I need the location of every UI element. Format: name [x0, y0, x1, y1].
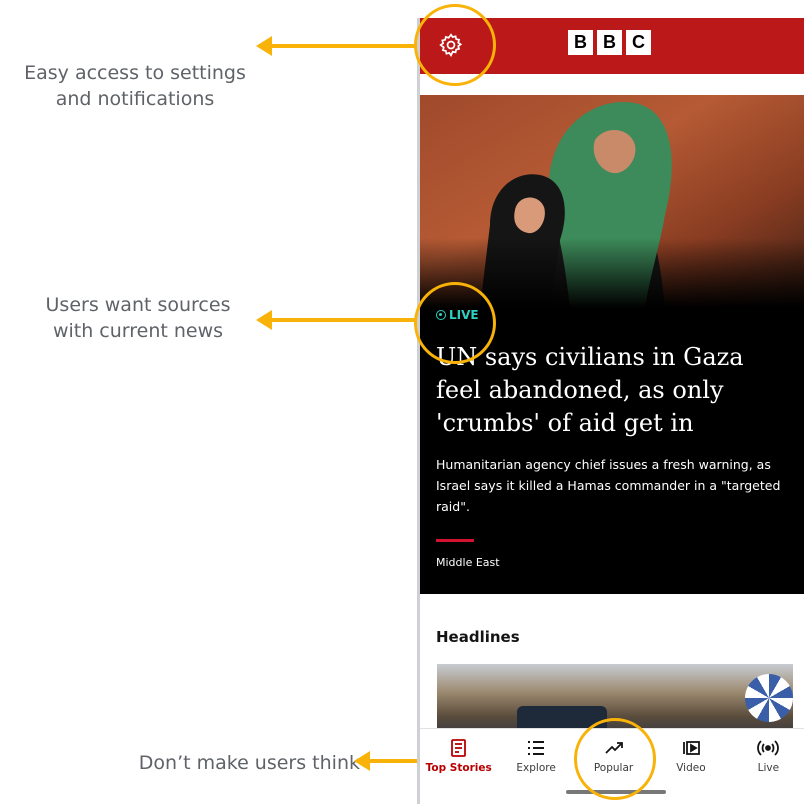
tab-label: Explore	[516, 762, 556, 774]
logo-letter: C	[626, 30, 651, 55]
phone-screen: B B C LIVE UN says civilians in Gaza fee…	[417, 18, 804, 804]
lead-headline[interactable]: UN says civilians in Gaza feel abandoned…	[436, 341, 786, 440]
section-divider	[436, 539, 474, 542]
arrow-live	[256, 310, 418, 330]
tab-explore[interactable]: Explore	[497, 729, 574, 788]
tab-top-stories[interactable]: Top Stories	[420, 729, 497, 788]
broadcast-icon	[757, 738, 780, 758]
highlight-settings	[414, 4, 496, 86]
tab-label: Video	[676, 762, 706, 774]
logo-letter: B	[568, 30, 593, 55]
video-icon	[680, 738, 702, 758]
headlines-heading: Headlines	[436, 628, 520, 646]
tab-label: Top Stories	[425, 762, 492, 774]
tab-video[interactable]: Video	[652, 729, 729, 788]
annotation-live: Users want sources with current news	[45, 294, 231, 342]
tab-label: Live	[757, 762, 780, 774]
section-label[interactable]: Middle East	[436, 556, 500, 569]
highlight-popular	[574, 718, 656, 800]
news-icon	[448, 738, 470, 758]
lead-story-image[interactable]	[420, 95, 804, 308]
bbc-logo: B B C	[568, 30, 651, 55]
arrow-settings	[256, 36, 418, 56]
annotation-settings: Easy access to settings and notification…	[24, 62, 246, 110]
tab-live[interactable]: Live	[730, 729, 804, 788]
highlight-live	[414, 282, 496, 364]
annotation-think: Don’t make users think	[138, 752, 360, 774]
list-icon	[525, 738, 547, 758]
lead-summary: Humanitarian agency chief issues a fresh…	[436, 457, 781, 514]
logo-letter: B	[597, 30, 622, 55]
